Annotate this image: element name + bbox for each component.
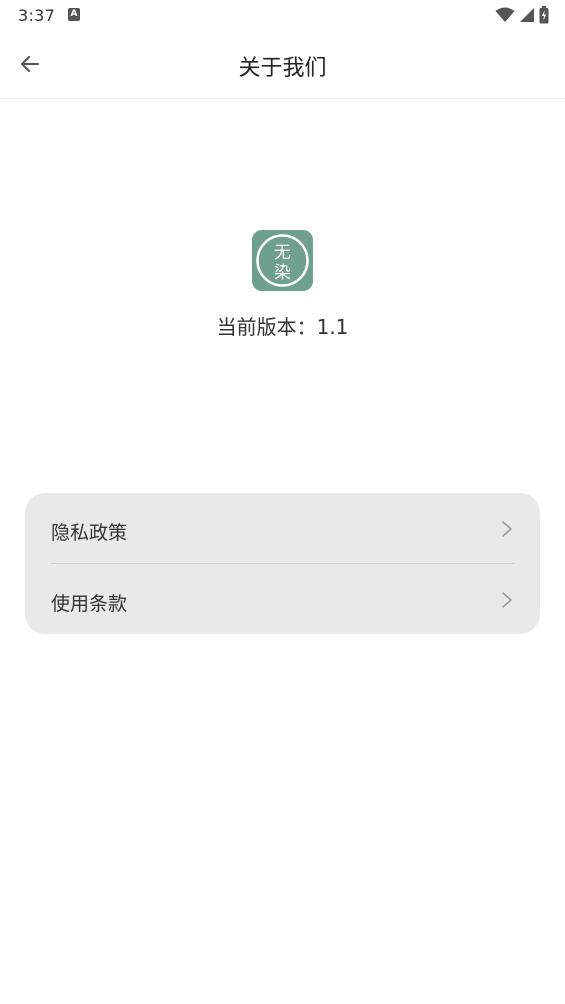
logo-text-bottom: 染 — [274, 263, 291, 283]
terms-of-use-item[interactable]: 使用条款 — [25, 564, 540, 634]
app-bar: 关于我们 — [0, 30, 565, 99]
battery-charging-icon — [539, 6, 549, 24]
menu-item-label: 使用条款 — [51, 593, 128, 615]
version-text: 当前版本：1.1 — [216, 315, 349, 339]
chevron-right-icon — [502, 592, 512, 608]
wifi-icon — [495, 7, 515, 22]
page-title: 关于我们 — [238, 56, 327, 81]
privacy-policy-item[interactable]: 隐私政策 — [25, 493, 540, 564]
status-icons — [495, 5, 549, 25]
logo-text-top: 无 — [274, 243, 291, 263]
app-logo-seal: 无 染 — [256, 234, 309, 287]
status-time: 3:37 — [18, 6, 56, 25]
about-us-screen: 3:37 A 关于我们 无 染 当前版本：1.1 隐私政策 使用条款 — [0, 0, 565, 1004]
signal-icon — [520, 8, 534, 22]
chevron-right-icon — [502, 521, 512, 537]
notification-icon: A — [68, 8, 80, 21]
menu-card: 隐私政策 使用条款 — [25, 493, 540, 634]
app-logo: 无 染 — [252, 230, 313, 291]
status-bar: 3:37 A — [0, 0, 565, 30]
menu-item-label: 隐私政策 — [51, 522, 128, 544]
